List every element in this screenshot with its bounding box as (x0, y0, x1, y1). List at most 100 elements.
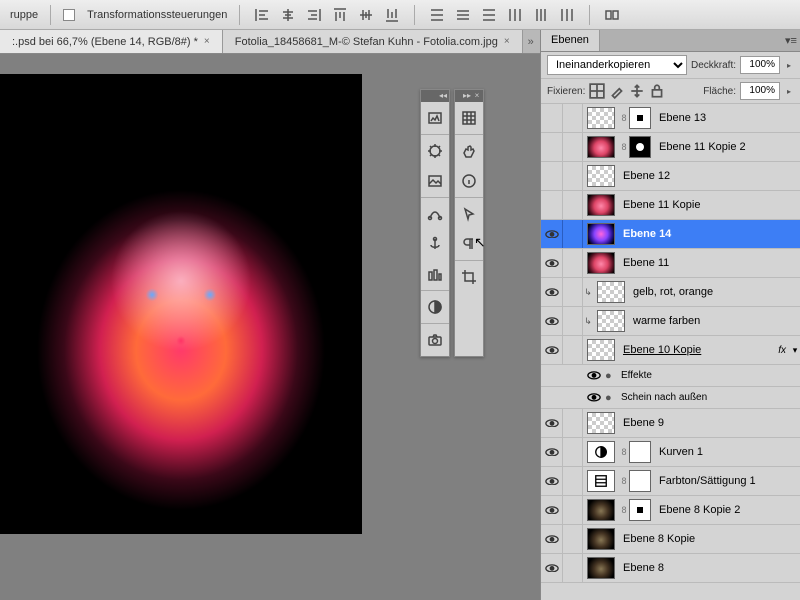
opacity-input[interactable]: 100% (740, 56, 780, 74)
visibility-toggle[interactable] (541, 104, 563, 132)
visibility-toggle[interactable] (541, 438, 563, 466)
distribute-hcenter-icon[interactable] (531, 5, 551, 25)
distribute-right-icon[interactable] (557, 5, 577, 25)
layer-mask[interactable] (629, 499, 651, 521)
layer-mask[interactable] (629, 470, 651, 492)
effect-row[interactable]: ● Schein nach außen (541, 387, 800, 409)
layer-mask[interactable] (629, 107, 651, 129)
layer-thumbnail[interactable] (587, 136, 615, 158)
layer-thumbnail[interactable] (587, 339, 615, 361)
layer-thumbnail[interactable] (587, 252, 615, 274)
layer-thumbnail[interactable] (587, 223, 615, 245)
layer-name[interactable]: Ebene 9 (619, 417, 800, 429)
distribute-left-icon[interactable] (505, 5, 525, 25)
layer-mask[interactable] (629, 136, 651, 158)
layer-name[interactable]: Ebene 11 Kopie (619, 199, 800, 211)
canvas[interactable] (0, 74, 362, 534)
layers-tab[interactable]: Ebenen (541, 30, 600, 51)
visibility-toggle[interactable] (541, 409, 563, 437)
layer-row[interactable]: Ebene 11 Kopie (541, 191, 800, 220)
camera-icon[interactable] (421, 326, 449, 354)
layer-thumbnail[interactable] (587, 412, 615, 434)
grid-icon[interactable] (455, 104, 483, 132)
layer-mask[interactable] (629, 441, 651, 463)
mask-link-icon[interactable]: 8 (619, 505, 629, 515)
distribute-top-icon[interactable] (427, 5, 447, 25)
layer-name[interactable]: Ebene 8 Kopie (619, 533, 800, 545)
wheel-icon[interactable] (421, 137, 449, 165)
layer-row[interactable]: 8 Ebene 11 Kopie 2 (541, 133, 800, 162)
lock-transparency-icon[interactable] (589, 83, 605, 99)
visibility-toggle[interactable] (541, 162, 563, 190)
auto-align-icon[interactable] (602, 5, 622, 25)
opacity-chevron-icon[interactable]: ▸ (784, 61, 794, 70)
collapse-icon[interactable]: ◂◂ (439, 92, 447, 100)
contrast-icon[interactable] (421, 293, 449, 321)
document-tab-2[interactable]: Fotolia_18458681_M-© Stefan Kuhn - Fotol… (223, 30, 523, 53)
close-icon[interactable]: × (473, 92, 481, 100)
layer-row[interactable]: Ebene 12 (541, 162, 800, 191)
layer-name[interactable]: Kurven 1 (655, 446, 800, 458)
layer-row[interactable]: Ebene 8 (541, 554, 800, 583)
fx-twirl-icon[interactable]: ▾ (790, 345, 800, 356)
layer-name[interactable]: Ebene 11 Kopie 2 (655, 141, 800, 153)
mb-icon[interactable] (421, 104, 449, 132)
layer-name[interactable]: warme farben (629, 315, 800, 327)
layer-row[interactable]: ↳ gelb, rot, orange (541, 278, 800, 307)
layer-name[interactable]: Ebene 13 (655, 112, 800, 124)
blend-mode-select[interactable]: Ineinanderkopieren (547, 55, 687, 75)
layer-row[interactable]: 8 Ebene 13 (541, 104, 800, 133)
visibility-toggle[interactable] (541, 249, 563, 277)
document-tab-1[interactable]: :.psd bei 66,7% (Ebene 14, RGB/8#) * × (0, 30, 223, 53)
tab-overflow-icon[interactable]: » (523, 30, 539, 53)
layer-row[interactable]: 8 Farbton/Sättigung 1 (541, 467, 800, 496)
visibility-toggle[interactable] (541, 133, 563, 161)
layer-thumbnail[interactable] (587, 557, 615, 579)
hand-tool-icon[interactable] (455, 137, 483, 165)
align-vcenter-icon[interactable] (356, 5, 376, 25)
mask-link-icon[interactable]: 8 (619, 113, 629, 123)
layer-name[interactable]: Farbton/Sättigung 1 (655, 475, 800, 487)
layer-row-selected[interactable]: Ebene 14 (541, 220, 800, 249)
panel-menu-icon[interactable]: ▾≡ (782, 30, 800, 51)
mask-link-icon[interactable]: 8 (619, 142, 629, 152)
layer-row[interactable]: ↳ warme farben (541, 307, 800, 336)
adjustment-icon[interactable] (587, 470, 615, 492)
lock-brush-icon[interactable] (609, 83, 625, 99)
layer-row[interactable]: Ebene 11 (541, 249, 800, 278)
layer-row[interactable]: 8 Ebene 8 Kopie 2 (541, 496, 800, 525)
layer-name[interactable]: Ebene 8 (619, 562, 800, 574)
layer-name[interactable]: Ebene 14 (619, 228, 800, 240)
toolbar-header[interactable]: ◂◂ (421, 90, 449, 102)
fill-chevron-icon[interactable]: ▸ (784, 87, 794, 96)
layer-name[interactable]: gelb, rot, orange (629, 286, 800, 298)
paragraph-icon[interactable] (455, 230, 483, 258)
close-tab-icon[interactable]: × (504, 36, 510, 47)
mask-link-icon[interactable]: 8 (619, 476, 629, 486)
layer-row[interactable]: Ebene 9 (541, 409, 800, 438)
visibility-toggle[interactable] (541, 467, 563, 495)
layer-thumbnail[interactable] (587, 165, 615, 187)
adjustment-icon[interactable] (587, 441, 615, 463)
visibility-toggle[interactable] (583, 371, 605, 380)
layer-name[interactable]: Ebene 8 Kopie 2 (655, 504, 800, 516)
visibility-toggle[interactable] (541, 336, 563, 364)
visibility-toggle[interactable] (583, 393, 605, 402)
toolbar-header[interactable]: ▸▸× (455, 90, 483, 102)
layer-thumbnail[interactable] (587, 107, 615, 129)
crop-icon[interactable] (455, 263, 483, 291)
layer-thumbnail[interactable] (587, 194, 615, 216)
fill-input[interactable]: 100% (740, 82, 780, 100)
collapse-icon[interactable]: ▸▸ (463, 92, 471, 100)
transform-checkbox[interactable] (63, 9, 75, 21)
layer-row[interactable]: 8 Kurven 1 (541, 438, 800, 467)
distribute-bottom-icon[interactable] (479, 5, 499, 25)
visibility-toggle[interactable] (541, 554, 563, 582)
fx-indicator[interactable]: fx (778, 345, 790, 356)
mask-link-icon[interactable]: 8 (619, 447, 629, 457)
layer-thumbnail[interactable] (587, 499, 615, 521)
align-hcenter-icon[interactable] (278, 5, 298, 25)
align-right-icon[interactable] (304, 5, 324, 25)
align-bottom-icon[interactable] (382, 5, 402, 25)
align-left-icon[interactable] (252, 5, 272, 25)
